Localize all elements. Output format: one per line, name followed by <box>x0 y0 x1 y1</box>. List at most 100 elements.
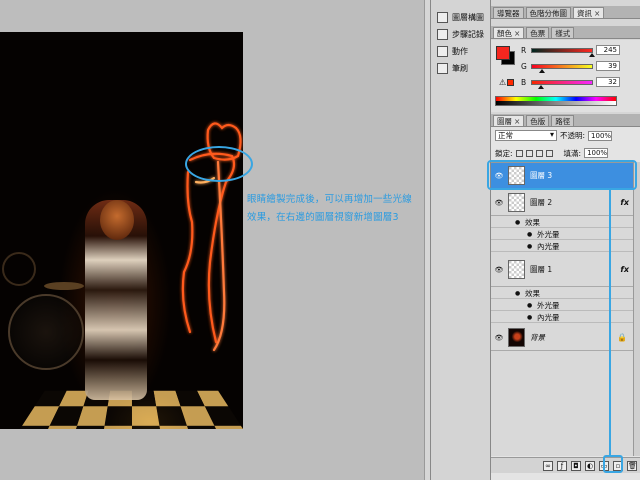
eye-icon[interactable]: ● <box>527 243 537 250</box>
dock-actions[interactable]: 動作 <box>437 44 468 59</box>
adjustment-layer-icon[interactable]: ◐ <box>585 460 595 471</box>
add-mask-icon[interactable]: ◘ <box>571 460 581 471</box>
green-slider-thumb[interactable] <box>539 68 545 73</box>
tab-layers[interactable]: 圖層 × <box>493 115 525 126</box>
eye-icon[interactable]: 👁 <box>494 266 504 274</box>
dock-label: 圖層構圖 <box>452 13 484 22</box>
layer-thumbnail <box>508 193 525 212</box>
red-slider[interactable] <box>531 47 595 57</box>
lock-row: 鎖定: 填滿: 100% <box>495 147 639 159</box>
history-icon <box>437 29 448 40</box>
tab-paths[interactable]: 路徑 <box>551 115 575 126</box>
layer-row-1[interactable]: 👁 圖層 1 fx <box>491 253 633 287</box>
tab-channels[interactable]: 色版 <box>526 115 550 126</box>
eye-icon[interactable]: ● <box>527 314 537 321</box>
photo-image <box>0 32 243 429</box>
tab-styles[interactable]: 樣式 <box>551 27 575 38</box>
inner-glow-row[interactable]: ● 內光暈 <box>491 241 633 252</box>
new-layer-button-highlight <box>603 455 623 473</box>
add-style-icon[interactable]: ƒ <box>557 460 567 471</box>
layer-thumbnail <box>508 328 525 347</box>
tab-layers-label: 圖層 <box>497 117 512 126</box>
fx-icon[interactable]: fx <box>620 198 629 207</box>
annotation-line-1: 眼睛繪製完成後，可以再增加一些光線 <box>247 194 412 205</box>
close-icon[interactable]: × <box>594 9 600 18</box>
green-slider-row: G 39 <box>521 60 639 73</box>
dock-layer-comps[interactable]: 圖層構圖 <box>437 10 484 25</box>
outer-glow-row[interactable]: ● 外光暈 <box>491 229 633 240</box>
blue-value-field[interactable]: 32 <box>596 77 620 87</box>
navigator-tabbar: 導覽器 色階分佈圖 資訊 × <box>491 6 640 19</box>
red-slider-thumb[interactable] <box>589 52 595 57</box>
eye-icon[interactable]: ● <box>515 219 525 226</box>
green-slider[interactable] <box>531 63 593 73</box>
tab-color[interactable]: 顏色 × <box>493 27 525 38</box>
tab-swatches[interactable]: 色票 <box>526 27 550 38</box>
dock-brushes[interactable]: 筆刷 <box>437 61 468 76</box>
outer-glow-row[interactable]: ● 外光暈 <box>491 300 633 311</box>
layers-scrollbar[interactable] <box>633 162 640 456</box>
annotation-line-2: 效果，在右邊的圖層視窗新增圖層3 <box>247 212 399 223</box>
highlight-connector-line <box>609 190 611 455</box>
foreground-color-swatch[interactable] <box>496 46 510 60</box>
effects-row[interactable]: ● 效果 <box>491 288 633 299</box>
inner-glow-row[interactable]: ● 內光暈 <box>491 312 633 323</box>
inner-glow-label: 內光暈 <box>537 312 560 322</box>
close-icon[interactable]: × <box>514 29 520 38</box>
right-panels: 導覽器 色階分佈圖 資訊 × 顏色 × 色票 樣式 R 245 G 39 B 3… <box>490 0 640 480</box>
outer-glow-label: 外光暈 <box>537 300 560 310</box>
fx-icon[interactable]: fx <box>620 265 629 274</box>
lock-icon: 🔒 <box>617 333 627 342</box>
layer-comps-icon <box>437 12 448 23</box>
opacity-field[interactable]: 100% <box>588 130 613 141</box>
layer-thumbnail <box>508 260 525 279</box>
layer-name: 圖層 1 <box>530 265 553 274</box>
color-spectrum-bar[interactable] <box>495 96 617 106</box>
link-layers-icon[interactable]: ∞ <box>543 460 553 471</box>
blend-row: 正常 不透明: 100% <box>495 129 639 142</box>
tab-info[interactable]: 資訊 × <box>573 7 605 18</box>
layers-tabbar: 圖層 × 色版 路徑 <box>491 114 640 127</box>
dock-history[interactable]: 步驟記錄 <box>437 27 484 42</box>
close-icon[interactable]: × <box>514 117 520 126</box>
tab-info-label: 資訊 <box>577 9 592 18</box>
delete-layer-icon[interactable]: 🗑 <box>627 460 637 471</box>
blue-slider[interactable] <box>531 79 593 89</box>
eye-icon[interactable]: 👁 <box>494 334 504 342</box>
annotation-note: 眼睛繪製完成後，可以再增加一些光線 效果，在右邊的圖層視窗新增圖層3 <box>247 191 427 227</box>
blue-label: B <box>521 77 527 87</box>
eye-icon[interactable]: ● <box>515 290 525 297</box>
blue-slider-row: B 32 <box>521 76 639 89</box>
lock-pixels-icon[interactable] <box>525 149 533 157</box>
gamut-warning-swatch[interactable] <box>507 79 514 86</box>
color-tabbar: 顏色 × 色票 樣式 <box>491 26 640 39</box>
lock-position-icon[interactable] <box>535 149 543 157</box>
effects-label: 效果 <box>525 288 540 298</box>
blend-mode-select[interactable]: 正常 <box>495 130 557 141</box>
eye-icon[interactable]: ● <box>527 231 537 238</box>
eye-icon[interactable]: 👁 <box>494 199 504 207</box>
gamut-warning-icon[interactable]: ⚠ <box>499 78 506 87</box>
fill-label: 填滿: <box>563 148 582 158</box>
lock-label: 鎖定: <box>495 148 513 158</box>
layer-row-background[interactable]: 👁 背景 🔒 <box>491 325 633 351</box>
opacity-label: 不透明: <box>560 131 586 140</box>
tab-histogram[interactable]: 色階分佈圖 <box>525 7 571 18</box>
fill-field[interactable]: 100% <box>584 148 609 158</box>
red-value-field[interactable]: 245 <box>596 45 620 55</box>
inner-glow-label: 內光暈 <box>537 241 560 251</box>
dock-label: 步驟記錄 <box>452 30 484 39</box>
blue-slider-thumb[interactable] <box>538 84 544 89</box>
lock-all-icon[interactable] <box>545 149 553 157</box>
eye-icon[interactable]: ● <box>527 302 537 309</box>
panel-dock: 圖層構圖 步驟記錄 動作 筆刷 <box>430 0 490 480</box>
effects-row[interactable]: ● 效果 <box>491 217 633 228</box>
green-value-field[interactable]: 39 <box>596 61 620 71</box>
red-label: R <box>521 45 527 55</box>
tab-navigator[interactable]: 導覽器 <box>493 7 524 18</box>
dock-label: 動作 <box>452 47 468 56</box>
layer-row-2[interactable]: 👁 圖層 2 fx <box>491 190 633 216</box>
document-canvas[interactable]: 眼睛繪製完成後，可以再增加一些光線 效果，在右邊的圖層視窗新增圖層3 <box>0 0 430 480</box>
brushes-icon <box>437 63 448 74</box>
lock-transparency-icon[interactable] <box>515 149 523 157</box>
